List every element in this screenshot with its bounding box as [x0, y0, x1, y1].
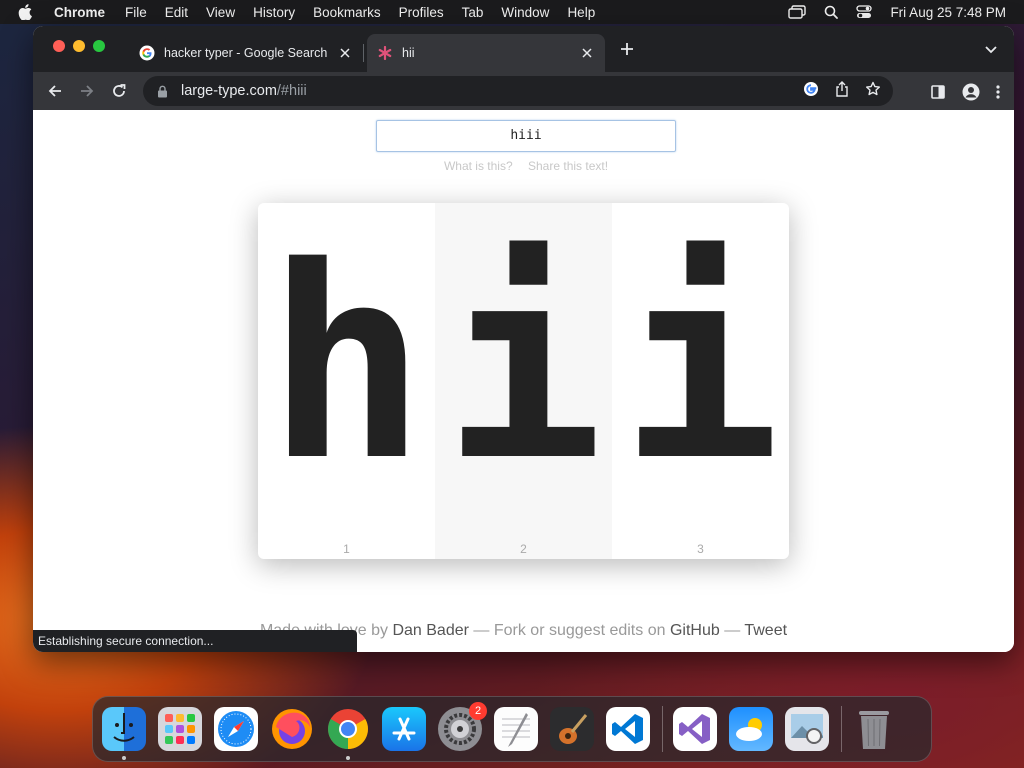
character-cell: h 1: [258, 203, 435, 559]
browser-toolbar: large-type.com/#hiii: [33, 72, 1014, 110]
github-link[interactable]: GitHub: [670, 622, 720, 639]
large-type-card: h 1 i 2 i 3: [258, 203, 789, 559]
menu-history[interactable]: History: [253, 5, 295, 20]
textedit-icon[interactable]: [494, 707, 538, 751]
new-tab-plus-icon[interactable]: [618, 40, 636, 58]
lock-icon[interactable]: [157, 84, 169, 98]
system-settings-gear-icon[interactable]: 2: [438, 702, 487, 751]
share-text-link[interactable]: Share this text!: [528, 159, 608, 173]
character-index: 3: [697, 542, 704, 556]
app-store-icon[interactable]: [382, 707, 426, 751]
menu-help[interactable]: Help: [567, 5, 595, 20]
safari-icon[interactable]: [214, 707, 258, 751]
running-indicator: [346, 756, 350, 760]
firefox-icon[interactable]: [270, 707, 314, 751]
minimize-window-button[interactable]: [73, 40, 85, 52]
footer-fork-text: — Fork or suggest edits on: [473, 622, 666, 639]
menu-view[interactable]: View: [206, 5, 235, 20]
google-icon: [139, 45, 155, 61]
vscode-icon[interactable]: [606, 707, 650, 751]
asterisk-icon: [377, 45, 393, 61]
web-page: hiii What is this? Share this text! h 1 …: [33, 110, 1014, 652]
author-link[interactable]: Dan Bader: [392, 622, 469, 639]
large-character: i: [443, 211, 604, 519]
notification-badge: 2: [469, 702, 487, 720]
google-lens-icon[interactable]: [803, 81, 819, 101]
url-host: large-type.com: [181, 83, 277, 99]
garageband-guitar-icon[interactable]: [550, 707, 594, 751]
character-index: 2: [520, 542, 527, 556]
apple-menu-icon[interactable]: [18, 4, 36, 20]
close-window-button[interactable]: [53, 40, 65, 52]
control-center-icon[interactable]: [856, 5, 873, 19]
trash-icon[interactable]: [852, 707, 896, 751]
profile-avatar-icon[interactable]: [962, 83, 980, 106]
tab-title: hacker typer - Google Search: [164, 46, 328, 60]
menu-app-name[interactable]: Chrome: [54, 5, 105, 20]
running-indicator: [122, 756, 126, 760]
character-cell: i 2: [435, 203, 612, 559]
menu-clock[interactable]: Fri Aug 25 7:48 PM: [890, 5, 1006, 20]
close-tab-icon[interactable]: [337, 45, 353, 61]
tab-hii[interactable]: hii: [367, 34, 605, 72]
what-is-this-link[interactable]: What is this?: [444, 159, 513, 173]
share-icon[interactable]: [835, 81, 849, 101]
tab-strip: hacker typer - Google Search hii: [33, 26, 1014, 72]
menu-file[interactable]: File: [125, 5, 147, 20]
large-type-input[interactable]: hiii: [376, 120, 676, 152]
spotlight-search-icon[interactable]: [824, 5, 839, 19]
launchpad-icon[interactable]: [158, 707, 202, 751]
chrome-icon[interactable]: [326, 707, 370, 760]
menu-window[interactable]: Window: [501, 5, 549, 20]
url-path: /#hiii: [276, 83, 307, 99]
close-tab-icon[interactable]: [579, 45, 595, 61]
forward-arrow-icon[interactable]: [79, 83, 95, 99]
back-arrow-icon[interactable]: [47, 83, 63, 99]
finder-icon[interactable]: [102, 707, 146, 760]
dock-separator: [662, 706, 663, 752]
screen-mirroring-icon[interactable]: [788, 5, 807, 19]
tweet-link[interactable]: Tweet: [744, 622, 787, 639]
weather-icon[interactable]: [729, 707, 773, 751]
preview-icon[interactable]: [785, 707, 829, 751]
large-character: h: [266, 211, 427, 519]
large-character: i: [620, 211, 781, 519]
tab-title: hii: [402, 46, 415, 60]
menu-profiles[interactable]: Profiles: [399, 5, 444, 20]
menu-bookmarks[interactable]: Bookmarks: [313, 5, 381, 20]
visual-studio-icon[interactable]: [673, 707, 717, 751]
character-index: 1: [343, 542, 350, 556]
reload-icon[interactable]: [111, 83, 127, 99]
tab-divider: [363, 44, 364, 62]
menu-edit[interactable]: Edit: [165, 5, 188, 20]
dock-separator: [841, 706, 842, 752]
dock: 2: [92, 696, 932, 762]
menu-bar: Chrome File Edit View History Bookmarks …: [0, 0, 1024, 24]
sublinks: What is this? Share this text!: [33, 159, 1014, 173]
side-panel-icon[interactable]: [930, 84, 946, 105]
browser-window: hacker typer - Google Search hii large-t…: [33, 26, 1014, 652]
kebab-menu-icon[interactable]: [996, 84, 1000, 105]
status-bubble: Establishing secure connection...: [33, 630, 357, 652]
menu-tab[interactable]: Tab: [462, 5, 484, 20]
address-bar[interactable]: large-type.com/#hiii: [143, 76, 893, 106]
maximize-window-button[interactable]: [93, 40, 105, 52]
window-controls: [53, 40, 105, 52]
footer-dash: —: [724, 622, 741, 639]
tab-search-chevron-down-icon[interactable]: [984, 42, 998, 56]
tab-google-search[interactable]: hacker typer - Google Search: [129, 34, 363, 72]
bookmark-star-icon[interactable]: [865, 81, 881, 101]
character-cell: i 3: [612, 203, 789, 559]
